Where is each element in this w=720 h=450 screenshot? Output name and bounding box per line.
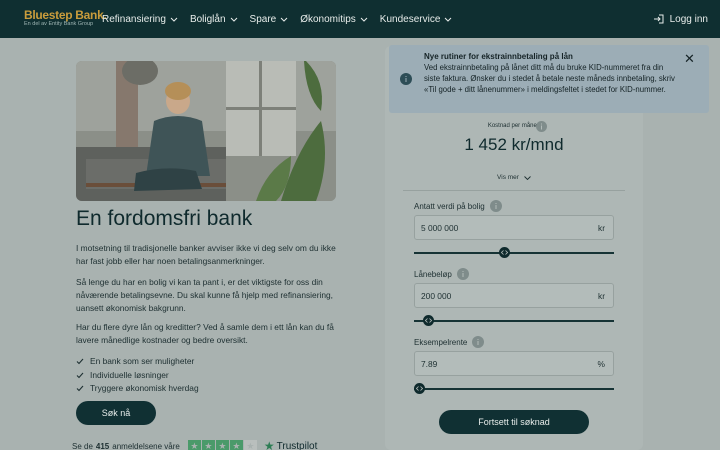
loan-amount-field[interactable]: kr [414,283,614,308]
chevron-down-icon [524,175,531,180]
show-more-toggle[interactable]: Vis mer [385,174,643,181]
intro-paragraph: I motsetning til tradisjonelle banker av… [76,243,336,266]
checkmark-icon [76,358,84,365]
list-item-label: En bank som ser muligheter [90,356,195,366]
trustpilot-logo: ★ Trustpilot [264,439,318,450]
info-icon[interactable] [536,121,547,132]
login-icon [653,14,664,24]
notice-title: Nye rutiner for ekstrainnbetaling på lån [424,52,573,61]
checkmark-icon [76,385,84,392]
checkmark-icon [76,372,84,379]
nav-item-label: Økonomitips [300,13,356,25]
nav-item-label: Boliglån [189,13,226,25]
apply-button[interactable]: Søk nå [76,401,156,425]
star-icon: ★ [215,439,229,450]
login-link[interactable]: Logg inn [653,0,708,38]
nav-item-refinansiering[interactable]: Refinansiering [102,14,178,25]
chevron-down-icon [280,17,288,22]
nav-item-spare[interactable]: Spare [250,14,289,25]
star-icon: ★ [229,439,243,450]
trustpilot-star-icon: ★ [263,439,275,450]
slider-handle[interactable] [499,247,511,258]
page-title: En fordomsfri bank [76,207,253,230]
property-value-label: Antatt verdi på bolig [414,201,485,211]
login-label: Logg inn [669,13,708,25]
star-icon: ★ [243,439,257,450]
close-icon[interactable]: ✕ [684,51,695,67]
interest-rate-label: Eksempelrente [414,337,468,347]
star-icon: ★ [187,439,201,450]
property-value-input[interactable] [421,222,571,233]
unit-label: kr [598,222,605,233]
hero-image [76,61,336,201]
list-item-label: Individuelle løsninger [90,369,169,380]
intro-paragraph: Har du flere dyre lån og kreditter? Ved … [76,322,334,345]
divider [403,190,625,191]
loan-amount-label: Lånebeløp [414,269,452,279]
field-label-row: Lånebeløp [414,268,469,280]
cost-label: Kostnad per måned [487,123,541,129]
interest-rate-slider[interactable] [414,388,614,390]
star-icon: ★ [201,439,215,450]
notice-banner: Nye rutiner for ekstrainnbetaling på lån… [389,45,709,113]
list-item: Individuelle løsninger [76,369,199,383]
field-label-row: Eksempelrente [414,336,485,348]
property-value-field[interactable]: kr [414,215,614,240]
interest-rate-field[interactable]: % [414,351,614,376]
main-nav: Refinansiering Boliglån Spare Økonomitip… [102,0,464,38]
info-icon[interactable] [456,268,469,280]
loan-amount-slider[interactable] [414,320,614,322]
monthly-cost-value: 1 452 kr/mnd [464,135,564,154]
property-value-slider[interactable] [414,252,614,254]
trustpilot-widget[interactable]: Se de 415 anmeldelsene våre ★ ★ ★ ★ ★ ★ Trus… [72,439,317,450]
nav-item-label: Refinansiering [102,13,166,25]
site-header: Bluestep Bank. En del av Entity Bank Gro… [0,0,720,38]
brand-logo[interactable]: Bluestep Bank. En del av Entity Bank Gro… [24,9,107,28]
interest-rate-input[interactable] [421,358,571,369]
cost-label-row: Kostnad per måned [385,121,643,132]
list-item-label: Tryggere økonomisk hverdag [90,383,199,393]
trust-prefix: Se de [72,441,93,450]
nav-item-label: Kundeservice [379,13,441,25]
nav-item-kundeservice[interactable]: Kundeservice [380,14,453,25]
review-count: 415 [95,441,110,450]
notice-body: Ved ekstrainnbetaling på lånet ditt må d… [424,63,675,94]
info-icon[interactable] [472,336,485,348]
nav-item-boliglan[interactable]: Boliglån [190,14,238,25]
nav-item-label: Spare [249,13,277,25]
continue-to-application-button[interactable]: Fortsett til søknad [439,410,589,434]
trustpilot-label: Trustpilot [276,440,318,450]
field-label-row: Antatt verdi på bolig [414,200,502,212]
info-icon[interactable] [489,200,502,212]
chevron-down-icon [360,17,368,22]
hero-photo [76,61,336,201]
show-more-label: Vis mer [497,174,519,181]
slider-handle[interactable] [414,383,425,394]
brand-tagline: En del av Entity Bank Group [24,21,94,27]
loan-amount-input[interactable] [421,290,571,301]
trust-suffix: anmeldelsene våre [112,441,180,450]
list-item: Tryggere økonomisk hverdag [76,382,199,396]
unit-label: kr [598,290,605,301]
benefit-list: En bank som ser muligheter Individuelle … [76,355,199,396]
list-item: En bank som ser muligheter [76,355,199,369]
intro-paragraph: Så lenge du har en bolig vi kan ta pant … [76,277,333,313]
nav-item-okonomitips[interactable]: Økonomitips [300,14,368,25]
chevron-down-icon [230,17,237,22]
unit-label: % [597,358,605,369]
chevron-down-icon [170,17,178,22]
chevron-down-icon [445,17,452,22]
rating-stars: ★ ★ ★ ★ ★ [187,439,258,450]
brand-name: Bluestep Bank. [24,8,107,22]
info-icon [400,73,412,85]
